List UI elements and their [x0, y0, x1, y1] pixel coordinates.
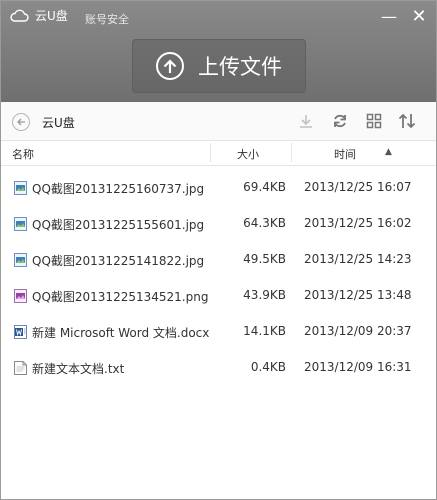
- file-time: 2013/12/25 16:02: [304, 216, 412, 230]
- file-name: QQ截图20131225141822.jpg: [32, 254, 205, 268]
- text-file-icon: [14, 360, 27, 375]
- column-time-header[interactable]: 时间: [334, 146, 356, 162]
- file-name: 新建文本文档.txt: [32, 362, 125, 376]
- file-size: 0.4KB: [250, 360, 286, 374]
- toolbar: 云U盘: [1, 102, 436, 141]
- file-name: QQ截图20131225155601.jpg: [32, 218, 205, 232]
- app-title: 云U盘: [9, 7, 68, 24]
- file-list: QQ截图20131225160737.jpg 69.4KB 2013/12/25…: [1, 169, 436, 385]
- file-size: 43.9KB: [243, 288, 286, 302]
- column-divider[interactable]: [291, 143, 292, 162]
- image-file-icon: [14, 252, 27, 267]
- file-row[interactable]: 新建 Microsoft Word 文档.docx 14.1KB 2013/12…: [1, 313, 436, 349]
- minimize-button[interactable]: —: [379, 6, 399, 26]
- file-time: 2013/12/25 14:23: [304, 252, 412, 266]
- file-name: 新建 Microsoft Word 文档.docx: [32, 326, 210, 340]
- sort-ascending-icon: ▲: [385, 147, 392, 157]
- close-button[interactable]: ✕: [409, 6, 429, 27]
- column-name-header[interactable]: 名称: [12, 146, 34, 162]
- file-name: QQ截图20131225160737.jpg: [32, 182, 205, 196]
- file-size: 64.3KB: [243, 216, 286, 230]
- file-row[interactable]: QQ截图20131225141822.jpg 49.5KB 2013/12/25…: [1, 241, 436, 277]
- back-arrow-icon[interactable]: [12, 113, 30, 131]
- column-divider[interactable]: [210, 143, 211, 162]
- file-time: 2013/12/25 13:48: [304, 288, 412, 302]
- download-icon[interactable]: [296, 111, 316, 131]
- column-size-header[interactable]: 大小: [237, 146, 259, 162]
- file-row[interactable]: 新建文本文档.txt 0.4KB 2013/12/09 16:31: [1, 349, 436, 385]
- cloud-icon: [9, 9, 29, 22]
- image-file-icon: [14, 216, 27, 231]
- breadcrumb: 云U盘: [42, 116, 75, 130]
- file-size: 14.1KB: [243, 324, 286, 338]
- app-title-label: 云U盘: [35, 9, 68, 23]
- file-size: 69.4KB: [243, 180, 286, 194]
- file-row[interactable]: QQ截图20131225160737.jpg 69.4KB 2013/12/25…: [1, 169, 436, 205]
- refresh-icon[interactable]: [330, 111, 350, 131]
- cloud-disk-window: 云U盘 账号安全 — ✕ 上传文件 云U盘 名称 大小 时间 ▲ QQ截图201…: [0, 0, 437, 500]
- file-row[interactable]: QQ截图20131225134521.png 43.9KB 2013/12/25…: [1, 277, 436, 313]
- upload-file-label: 上传文件: [198, 55, 282, 79]
- sort-icon[interactable]: [397, 111, 417, 131]
- file-name: QQ截图20131225134521.png: [32, 290, 209, 304]
- tab-account-security[interactable]: 账号安全: [85, 11, 129, 27]
- image-file-icon: [14, 180, 27, 195]
- word-file-icon: [14, 324, 27, 339]
- grid-view-icon[interactable]: [364, 111, 384, 131]
- png-file-icon: [14, 288, 27, 303]
- file-list-header: 名称 大小 时间 ▲: [1, 141, 436, 166]
- title-bar: 云U盘 账号安全 — ✕ 上传文件: [1, 1, 436, 102]
- upload-arrow-icon: [156, 52, 184, 80]
- file-row[interactable]: QQ截图20131225155601.jpg 64.3KB 2013/12/25…: [1, 205, 436, 241]
- file-time: 2013/12/25 16:07: [304, 180, 412, 194]
- file-time: 2013/12/09 20:37: [304, 324, 412, 338]
- upload-file-button[interactable]: 上传文件: [132, 39, 306, 93]
- file-size: 49.5KB: [243, 252, 286, 266]
- file-time: 2013/12/09 16:31: [304, 360, 412, 374]
